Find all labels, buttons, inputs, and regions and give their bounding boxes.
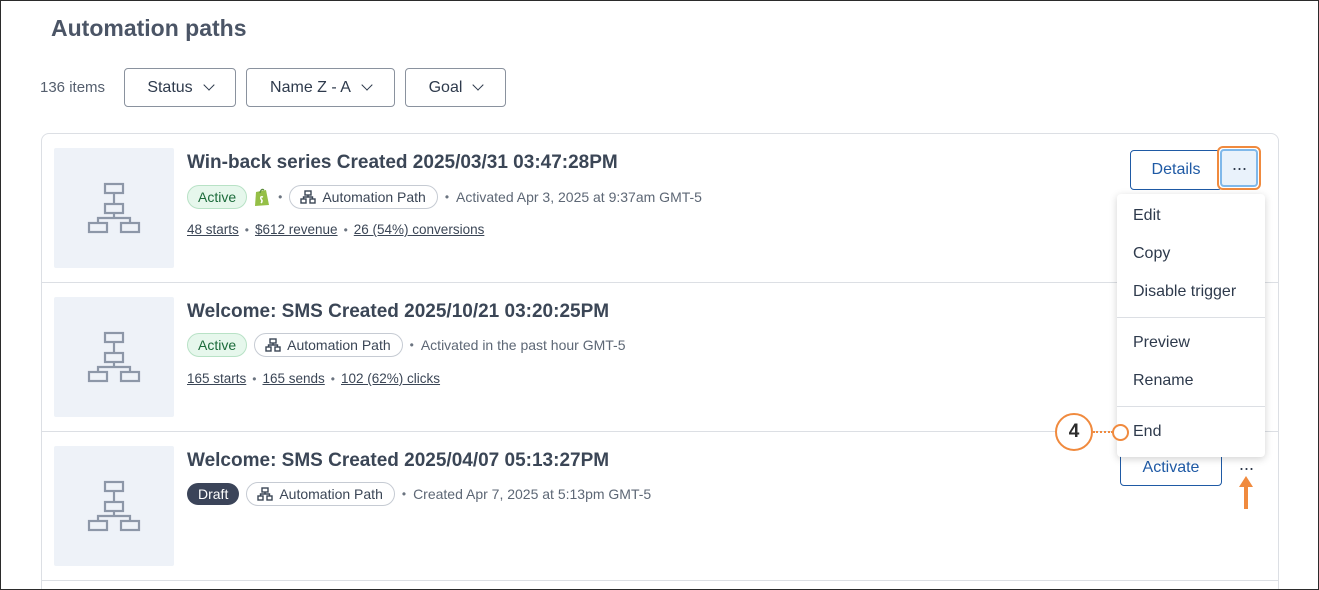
type-label: Automation Path (322, 189, 426, 205)
automation-row[interactable]: Win-back series Created 2025/03/31 03:47… (42, 134, 1278, 283)
sort-dropdown[interactable]: Name Z - A (246, 68, 395, 107)
menu-item-rename[interactable]: Rename (1133, 372, 1193, 390)
menu-divider (1117, 406, 1265, 407)
separator-dot: • (330, 371, 335, 386)
status-filter-dropdown[interactable]: Status (124, 68, 236, 107)
status-badge: Active (187, 185, 248, 209)
sort-label: Name Z - A (270, 78, 351, 96)
automation-title[interactable]: Welcome: SMS Created 2025/04/07 05:13:27… (187, 450, 609, 472)
activity-text: Activated in the past hour GMT-5 (420, 337, 626, 353)
flowchart-icon (87, 480, 141, 532)
more-icon: ··· (1220, 149, 1258, 187)
goal-filter-label: Goal (428, 78, 463, 96)
menu-item-end[interactable]: End (1133, 423, 1161, 441)
clicks-link[interactable]: 102 (62%) clicks (341, 371, 440, 386)
separator-dot: • (244, 222, 249, 237)
separator-dot: • (252, 371, 257, 386)
up-arrow-icon (1239, 476, 1253, 509)
chevron-down-icon (203, 79, 215, 91)
sends-link[interactable]: 165 sends (262, 371, 324, 386)
automation-thumbnail (54, 446, 174, 566)
goal-filter-dropdown[interactable]: Goal (405, 68, 506, 107)
automation-path-icon (300, 190, 317, 204)
automation-meta: Draft Automation Path • Created Apr 7, 2… (187, 482, 651, 506)
menu-item-disable-trigger[interactable]: Disable trigger (1133, 283, 1236, 301)
item-count: 136 items (40, 79, 106, 96)
automation-path-icon (257, 487, 274, 501)
callout-target-ring (1112, 424, 1129, 441)
automation-thumbnail (54, 297, 174, 417)
callout-connector (1093, 431, 1113, 433)
menu-item-preview[interactable]: Preview (1133, 334, 1190, 352)
type-badge: Automation Path (289, 185, 438, 209)
activity-text: Activated Apr 3, 2025 at 9:37am GMT-5 (456, 189, 702, 205)
separator-dot: • (401, 487, 407, 501)
more-actions-button[interactable]: ··· (1217, 146, 1261, 190)
flowchart-icon (87, 331, 141, 383)
shopify-icon (255, 188, 270, 206)
automation-stats: 48 starts • $612 revenue • 26 (54%) conv… (187, 222, 484, 237)
status-badge: Active (187, 333, 248, 357)
chevron-down-icon (472, 79, 485, 91)
type-label: Automation Path (287, 337, 391, 353)
menu-divider (1117, 317, 1265, 318)
type-label: Automation Path (279, 486, 383, 502)
automation-meta: Active • Automation Path • Activated Apr… (187, 185, 702, 209)
page-title: Automation paths (51, 15, 247, 41)
separator-dot: • (444, 190, 450, 204)
automation-row[interactable]: Welcome: SMS Created 2025/04/07 05:13:27… (42, 432, 1278, 581)
automation-path-icon (265, 338, 281, 352)
automation-row[interactable]: Welcome: SMS Created 2025/10/21 03:20:25… (42, 283, 1278, 432)
automation-meta: Active Automation Path • Activated in th… (187, 333, 626, 357)
revenue-link[interactable]: $612 revenue (255, 222, 338, 237)
separator-dot: • (343, 222, 348, 237)
chevron-down-icon (361, 79, 373, 91)
status-filter-label: Status (147, 78, 193, 96)
status-badge: Draft (187, 483, 240, 505)
automation-thumbnail (54, 148, 174, 268)
type-badge: Automation Path (254, 333, 403, 357)
conversions-link[interactable]: 26 (54%) conversions (354, 222, 485, 237)
separator-dot: • (278, 190, 283, 204)
step-callout: 4 (1055, 413, 1093, 451)
details-button[interactable]: Details (1130, 150, 1222, 190)
automation-title[interactable]: Win-back series Created 2025/03/31 03:47… (187, 152, 618, 174)
automation-list: Win-back series Created 2025/03/31 03:47… (41, 133, 1279, 590)
separator-dot: • (409, 338, 414, 352)
menu-item-copy[interactable]: Copy (1133, 245, 1170, 263)
flowchart-icon (87, 182, 141, 234)
starts-link[interactable]: 48 starts (187, 222, 239, 237)
automation-title[interactable]: Welcome: SMS Created 2025/10/21 03:20:25… (187, 301, 609, 323)
automation-stats: 165 starts • 165 sends • 102 (62%) click… (187, 371, 440, 386)
more-actions-menu: Edit Copy Disable trigger Preview Rename… (1117, 194, 1265, 457)
activity-text: Created Apr 7, 2025 at 5:13pm GMT-5 (413, 486, 652, 502)
type-badge: Automation Path (246, 482, 395, 506)
menu-item-edit[interactable]: Edit (1133, 207, 1161, 225)
starts-link[interactable]: 165 starts (187, 371, 246, 386)
